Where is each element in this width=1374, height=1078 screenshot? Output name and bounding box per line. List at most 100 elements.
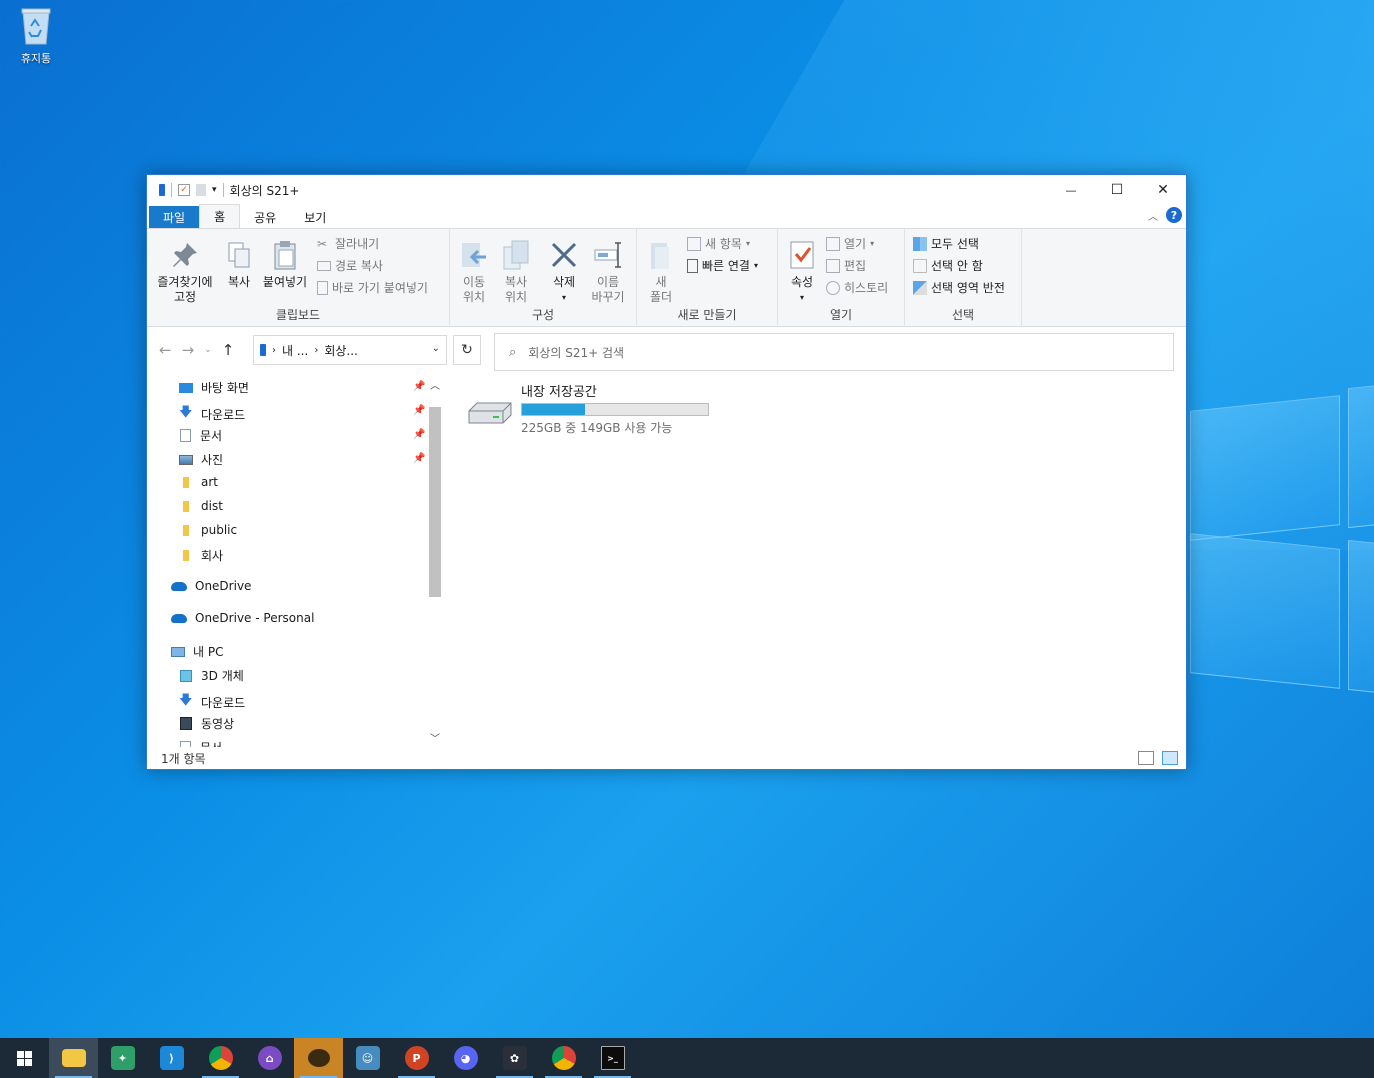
select-all-button[interactable]: 모두 선택 [913, 235, 979, 252]
nav-scrollbar[interactable]: ︿ ﹀ [427, 375, 443, 747]
nav-item-documents[interactable]: 문서 [179, 427, 222, 444]
nav-item-pc-downloads[interactable]: 🡇 다운로드 [179, 691, 245, 713]
copy-button[interactable]: 복사 [221, 239, 257, 290]
properties-button[interactable]: 속성 ▾ [784, 239, 820, 305]
nav-item-pictures[interactable]: 사진 [179, 451, 223, 468]
scroll-thumb[interactable] [429, 407, 441, 597]
pin-icon[interactable]: 📌 [413, 405, 425, 416]
chevron-right-icon[interactable]: › [272, 345, 276, 356]
paste-button[interactable]: 붙여넣기 [259, 239, 311, 290]
search-icon: ⌕ [509, 344, 517, 360]
refresh-button[interactable]: ↻ [453, 335, 481, 365]
taskbar-kakaotalk[interactable] [294, 1038, 343, 1078]
start-button[interactable] [0, 1038, 49, 1078]
select-none-button[interactable]: 선택 안 함 [913, 257, 983, 274]
tab-share[interactable]: 공유 [240, 206, 290, 228]
properties-check-icon[interactable]: ✓ [178, 184, 190, 196]
nav-item-downloads[interactable]: 🡇 다운로드 [179, 403, 245, 425]
easy-access-label: 빠른 연결 [702, 259, 750, 273]
delete-dropdown-icon[interactable]: ▾ [546, 290, 582, 305]
nav-item-public[interactable]: public [179, 523, 237, 537]
taskbar-powerpoint[interactable]: P [392, 1038, 441, 1078]
rename-button[interactable]: 이름 바꾸기 [586, 239, 630, 305]
pin-icon[interactable]: 📌 [413, 453, 425, 464]
history-button[interactable]: 히스토리 [826, 279, 888, 296]
nav-item-3d-objects[interactable]: 3D 개체 [179, 667, 244, 684]
properties-check-icon [786, 239, 818, 271]
video-icon [180, 717, 192, 730]
nav-item-pc-documents[interactable]: 문서 [179, 739, 222, 747]
cut-button[interactable]: ✂ 잘라내기 [317, 235, 379, 252]
copy-to-button[interactable]: 복사 위치 [498, 239, 534, 305]
shortcut-icon [317, 280, 328, 295]
taskbar-chrome[interactable] [539, 1038, 588, 1078]
invert-selection-icon [913, 280, 927, 295]
close-button[interactable]: ✕ [1140, 175, 1186, 205]
customize-qat-icon[interactable]: ▾ [212, 185, 217, 195]
nav-item-dist[interactable]: dist [179, 499, 223, 513]
move-to-button[interactable]: 이동 위치 [456, 239, 492, 305]
new-folder-button[interactable]: 새 폴더 [643, 239, 679, 305]
address-bar[interactable]: › 내 ... › 회상... ⌄ [253, 335, 447, 365]
nav-item-label: art [201, 475, 218, 489]
large-icons-view-icon[interactable] [1162, 751, 1178, 765]
address-dropdown-icon[interactable]: ⌄ [432, 343, 440, 354]
taskbar-terminal[interactable]: >_ [588, 1038, 637, 1078]
tab-label: 파일 [163, 210, 186, 225]
copy-to-icon [500, 239, 532, 271]
chevron-right-icon[interactable]: › [314, 345, 318, 356]
paste-shortcut-button[interactable]: 바로 가기 붙여넣기 [317, 279, 428, 296]
breadcrumb-item[interactable]: 회상... [324, 342, 358, 359]
taskbar-github-desktop[interactable]: ⌂ [245, 1038, 294, 1078]
up-arrow-icon[interactable]: ↑ [222, 341, 235, 359]
pin-icon[interactable]: 📌 [413, 429, 425, 440]
taskbar-discord[interactable]: ◕ [441, 1038, 490, 1078]
recent-locations-icon[interactable]: ⌄ [204, 345, 212, 355]
nav-item-desktop[interactable]: 바탕 화면 [179, 379, 249, 396]
easy-access-button[interactable]: 빠른 연결 ▾ [687, 257, 758, 274]
tab-file[interactable]: 파일 [149, 206, 200, 228]
tab-view[interactable]: 보기 [290, 206, 340, 228]
nav-item-company[interactable]: 회사 [179, 547, 223, 564]
scroll-down-icon[interactable]: ﹀ [427, 730, 443, 745]
open-button[interactable]: 열기 ▾ [826, 235, 874, 252]
tab-home[interactable]: 홈 [199, 204, 241, 228]
back-arrow-icon[interactable]: ← [159, 341, 172, 359]
ribbon-tab-bar: 파일 홈 공유 보기 ︿ ? [147, 204, 1186, 229]
invert-selection-button[interactable]: 선택 영역 반전 [913, 279, 1005, 296]
scroll-up-icon[interactable]: ︿ [427, 377, 443, 392]
edit-button[interactable]: 편집 [826, 257, 866, 274]
nav-item-videos[interactable]: 동영상 [179, 715, 234, 732]
search-input[interactable]: ⌕ 회상의 S21+ 검색 [494, 333, 1174, 371]
taskbar-davinci[interactable]: ✿ [490, 1038, 539, 1078]
desktop-icon-recycle-bin[interactable]: 휴지통 [8, 6, 64, 66]
breadcrumb-item[interactable]: 내 ... [282, 342, 308, 359]
properties-dropdown-icon[interactable]: ▾ [784, 290, 820, 305]
phone-icon [260, 344, 266, 356]
taskbar-app-2[interactable]: ✦ [98, 1038, 147, 1078]
drive-item-internal-storage[interactable]: 내장 저장공간 225GB 중 149GB 사용 가능 [467, 381, 709, 436]
details-view-icon[interactable] [1138, 751, 1154, 765]
pin-icon[interactable]: 📌 [413, 381, 425, 392]
maximize-button[interactable]: ☐ [1094, 175, 1140, 205]
nav-item-onedrive[interactable]: OneDrive [171, 579, 251, 593]
hard-drive-icon [467, 401, 513, 433]
delete-button[interactable]: 삭제 ▾ [546, 239, 582, 305]
copy-path-button[interactable]: 경로 복사 [317, 257, 383, 274]
nav-item-art[interactable]: art [179, 475, 218, 489]
minimize-button[interactable]: — [1048, 175, 1094, 205]
taskbar-file-explorer[interactable] [49, 1038, 98, 1078]
chrome-icon [208, 1046, 233, 1070]
nav-item-this-pc[interactable]: 내 PC [171, 643, 223, 660]
nav-item-onedrive-personal[interactable]: OneDrive - Personal [171, 611, 314, 625]
help-icon[interactable]: ? [1166, 207, 1182, 223]
forward-arrow-icon[interactable]: → [182, 341, 195, 359]
pin-to-quick-access-button[interactable]: 즐겨찾기에 고정 [153, 239, 217, 305]
taskbar-chrome-user[interactable] [196, 1038, 245, 1078]
taskbar-vscode[interactable]: ⟩ [147, 1038, 196, 1078]
new-item-button[interactable]: 새 항목 ▾ [687, 235, 750, 252]
group-select: 모두 선택 선택 안 함 선택 영역 반전 선택 [905, 229, 1022, 327]
new-folder-qat-icon[interactable] [196, 184, 206, 196]
taskbar-godot[interactable]: ☺ [343, 1038, 392, 1078]
collapse-ribbon-icon[interactable]: ︿ [1148, 208, 1158, 223]
